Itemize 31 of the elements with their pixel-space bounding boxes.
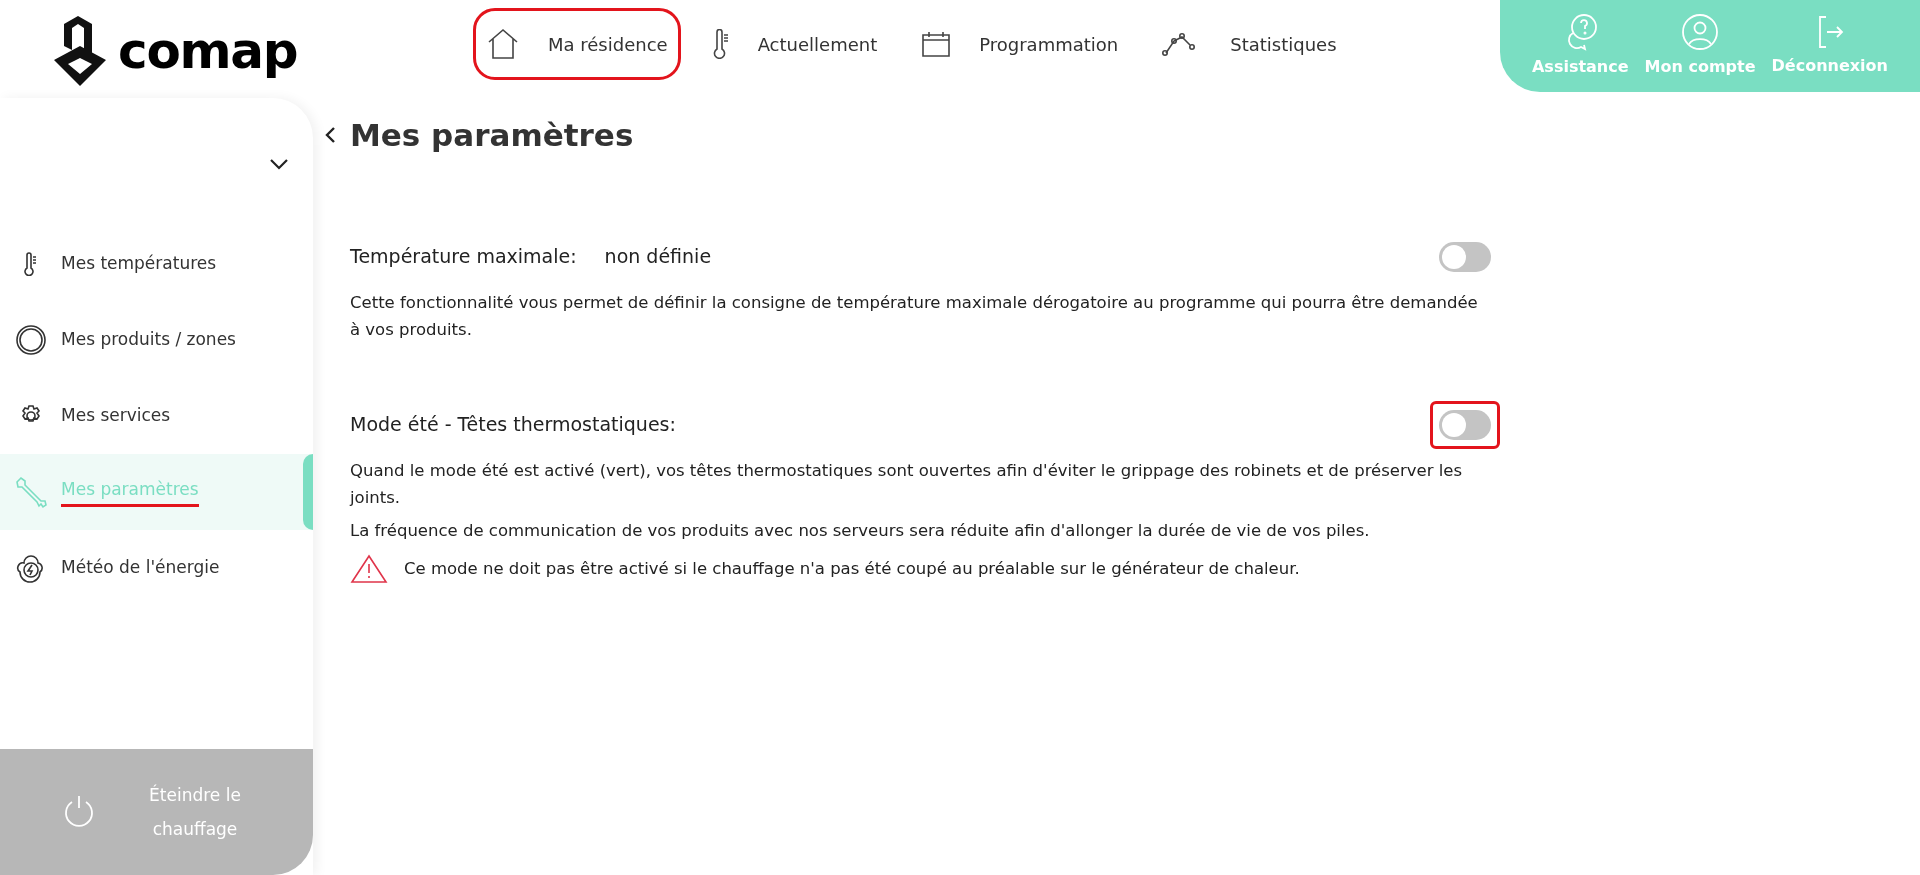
ring-icon [15, 324, 47, 356]
toggle-switch[interactable] [1439, 409, 1491, 440]
thermometer-icon [23, 252, 39, 276]
chevron-down-icon[interactable] [269, 158, 289, 170]
warning-icon [350, 553, 388, 584]
sidebar-item[interactable]: Mes services [0, 378, 313, 454]
logo-text: comap [118, 21, 298, 82]
user-icon [1681, 13, 1720, 51]
power-icon [62, 794, 96, 830]
energy-icon [16, 553, 46, 583]
description-text: Cette fonctionnalité vous permet de définir la consigne de température maximale dérogatoire au programme qui pourra être demandée à vos produits. [350, 291, 1479, 341]
nav-link[interactable]: Ma résidence [473, 8, 681, 80]
page-title: Mes paramètres [350, 116, 634, 155]
nav-link[interactable]: Statistiques [1149, 8, 1350, 80]
nav-link[interactable]: Programmation [908, 8, 1132, 80]
warning-text: Ce mode ne doit pas être activé si le chauffage n'a pas été coupé au préalable sur le générateur de chaleur. [404, 558, 1300, 580]
setting-label: Température maximale: [350, 244, 577, 270]
setting-value: non définie [604, 244, 712, 270]
calendar-icon [921, 30, 952, 58]
sidebar-item[interactable]: Météo de l'énergie [0, 530, 313, 606]
wrench-icon [14, 475, 48, 509]
sidebar-item[interactable]: Mes températures [0, 226, 313, 302]
collapse-chevron-icon[interactable] [324, 126, 336, 145]
thermometer-icon [711, 29, 730, 59]
house-icon [486, 28, 520, 60]
description-text: La fréquence de communication de vos produits avec nos serveurs sera réduite afin d'allonger la durée de vie de vos piles. [350, 519, 1371, 542]
toggle-switch[interactable] [1439, 241, 1491, 272]
setting-label: Mode été - Têtes thermostatiques: [350, 412, 676, 438]
nav-link[interactable]: Actuellement [698, 8, 891, 80]
sidebar-item[interactable]: Mes produits / zones [0, 302, 313, 378]
description-text: Quand le mode été est activé (vert), vos têtes thermostatiques sont ouvertes afin d'éviter le grippage des robinets et de préserver les joints. [350, 459, 1464, 509]
